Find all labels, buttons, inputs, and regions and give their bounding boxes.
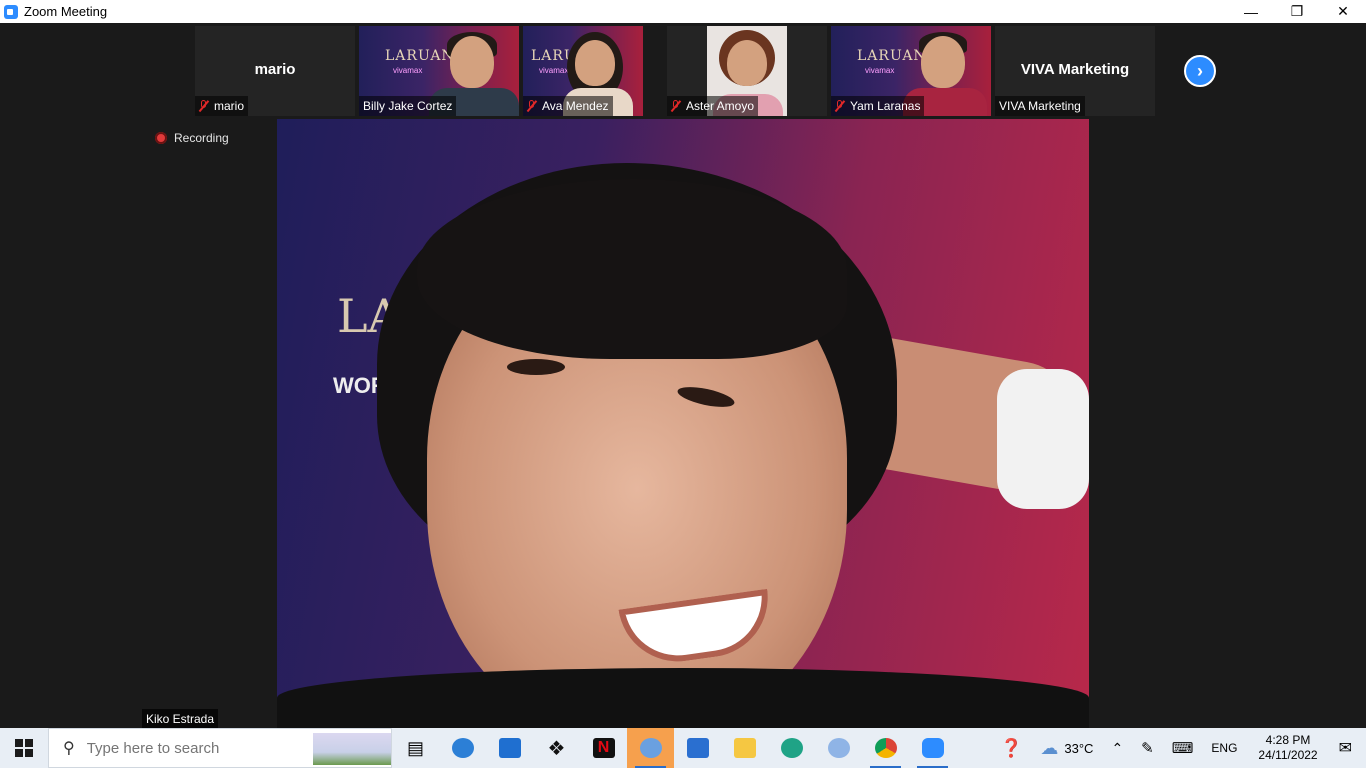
- store-icon: [686, 738, 709, 758]
- store-button[interactable]: [674, 728, 721, 768]
- participant-tile-mario[interactable]: mario mario: [195, 26, 355, 116]
- participant-name: Billy Jake Cortez: [363, 99, 453, 113]
- minimize-button[interactable]: —: [1228, 0, 1274, 23]
- eye-right: [675, 383, 737, 411]
- record-icon: [155, 132, 167, 144]
- search-highlight-image: [313, 733, 391, 765]
- chrome-icon: [874, 738, 897, 758]
- recording-label: Recording: [174, 131, 229, 145]
- poster-logo: LARUAN: [857, 48, 927, 64]
- file-explorer-button[interactable]: [721, 728, 768, 768]
- participant-name: mario: [214, 99, 245, 113]
- internet-explorer-button[interactable]: [439, 728, 486, 768]
- poster-brand: vivamax: [539, 66, 569, 75]
- participant-tile-ava-mendez[interactable]: LARUAN vivamax Ava Mendez: [523, 26, 643, 116]
- participant-label: mario: [195, 96, 249, 116]
- microphone-muted-icon: [835, 100, 845, 112]
- recording-indicator[interactable]: Recording: [155, 131, 229, 145]
- mail-icon: [498, 738, 521, 758]
- zoom-app-icon: [4, 4, 18, 19]
- weather-temperature: 33°C: [1064, 740, 1094, 756]
- poster-logo: LARUAN: [385, 48, 455, 64]
- netflix-icon: N: [592, 738, 615, 758]
- search-icon: ⚲: [63, 740, 75, 757]
- participant-display-name: mario: [254, 61, 296, 78]
- search-input[interactable]: [84, 738, 309, 758]
- participant-label: Aster Amoyo: [667, 96, 759, 116]
- pen-icon[interactable]: ✎: [1132, 739, 1163, 757]
- windows-icon: [15, 739, 33, 757]
- participant-tile-aster-amoyo[interactable]: Aster Amoyo: [667, 26, 827, 116]
- participant-name: Ava Mendez: [542, 99, 609, 113]
- chrome-button[interactable]: [862, 728, 909, 768]
- microphone-muted-icon: [199, 100, 209, 112]
- help-icon[interactable]: ❓: [991, 738, 1031, 759]
- task-view-button[interactable]: ▤: [392, 728, 439, 768]
- keyboard-icon[interactable]: ⌨: [1163, 739, 1203, 757]
- chevron-up-icon[interactable]: ⌃: [1102, 740, 1132, 757]
- chrome-icon: [639, 738, 662, 758]
- active-speaker-name: Kiko Estrada: [142, 709, 219, 728]
- taskbar: ⚲ ▤ ❖ N ❓ ☁ 33°C ⌃ ✎: [0, 728, 1366, 768]
- participant-name: Yam Laranas: [850, 99, 921, 113]
- active-speaker-video[interactable]: LA WORLD: [277, 119, 1089, 728]
- cloud-icon: ☁: [1040, 737, 1059, 758]
- participant-tile-yam-laranas[interactable]: LARUAN vivamax Yam Laranas: [831, 26, 991, 116]
- chrome-profile-button[interactable]: [627, 728, 674, 768]
- start-button[interactable]: [0, 728, 48, 768]
- participant-label: VIVA Marketing: [995, 96, 1085, 116]
- poster-brand: vivamax: [865, 66, 895, 75]
- zoom-button[interactable]: [909, 728, 956, 768]
- microphone-muted-icon: [527, 100, 537, 112]
- notification-icon[interactable]: ✉: [1330, 738, 1366, 758]
- microphone-muted-icon: [671, 100, 681, 112]
- participant-strip: mario mario LARUAN vivamax Billy Jake Co…: [195, 26, 1159, 116]
- close-button[interactable]: ✕: [1320, 0, 1366, 23]
- next-page-button[interactable]: ›: [1184, 55, 1216, 87]
- edge-icon: [780, 738, 803, 758]
- internet-explorer-icon: [451, 738, 474, 758]
- clock-time: 4:28 PM: [1265, 733, 1311, 747]
- fringe-shape: [417, 179, 847, 359]
- window-title: Zoom Meeting: [24, 4, 108, 19]
- title-bar: Zoom Meeting — ❐ ✕: [0, 0, 1366, 23]
- paint-icon: [827, 738, 850, 758]
- poster-brand: vivamax: [393, 66, 423, 75]
- participant-tile-viva-marketing[interactable]: VIVA Marketing VIVA Marketing: [995, 26, 1155, 116]
- participant-tile-billy-jake-cortez[interactable]: LARUAN vivamax Billy Jake Cortez: [359, 26, 519, 116]
- task-view-icon: ▤: [406, 737, 424, 758]
- participant-label: Yam Laranas: [831, 96, 925, 116]
- dropbox-icon: ❖: [547, 737, 566, 760]
- paint-button[interactable]: [815, 728, 862, 768]
- netflix-button[interactable]: N: [580, 728, 627, 768]
- participant-name: VIVA Marketing: [999, 99, 1081, 113]
- participant-label: Billy Jake Cortez: [359, 96, 457, 116]
- clock[interactable]: 4:28 PM 24/11/2022: [1246, 733, 1329, 763]
- mail-button[interactable]: [486, 728, 533, 768]
- restore-button[interactable]: ❐: [1274, 0, 1320, 23]
- participant-display-name: VIVA Marketing: [1020, 61, 1130, 78]
- edge-button[interactable]: [768, 728, 815, 768]
- zoom-icon: [921, 738, 944, 758]
- dropbox-button[interactable]: ❖: [533, 728, 580, 768]
- clock-date: 24/11/2022: [1258, 748, 1318, 762]
- participant-label: Ava Mendez: [523, 96, 613, 116]
- smile-shape: [618, 588, 776, 670]
- participant-name: Aster Amoyo: [686, 99, 755, 113]
- weather-widget[interactable]: ☁ 33°C: [1031, 738, 1102, 759]
- eye-left: [507, 359, 565, 375]
- chevron-right-icon: ›: [1197, 60, 1203, 81]
- folder-icon: [733, 738, 756, 758]
- taskbar-search[interactable]: ⚲: [48, 728, 392, 768]
- language-indicator[interactable]: ENG: [1202, 741, 1246, 755]
- sleeve-shape: [997, 369, 1089, 509]
- system-tray: ❓ ☁ 33°C ⌃ ✎ ⌨ ENG 4:28 PM 24/11/2022 ✉: [991, 728, 1366, 768]
- shirt-shape: [277, 668, 1089, 728]
